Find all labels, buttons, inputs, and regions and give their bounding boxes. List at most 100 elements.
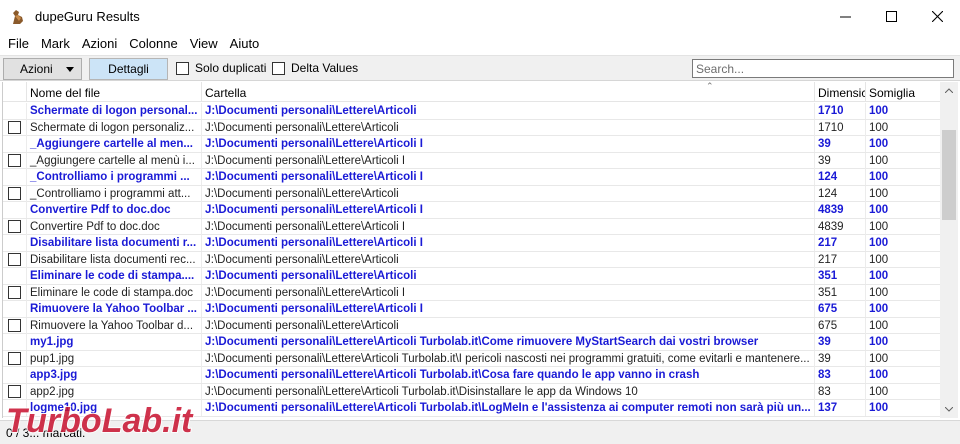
row-marker-cell [3,350,27,367]
row-checkbox[interactable] [8,319,21,332]
only-duplicates-checkbox[interactable]: Solo duplicati [176,61,266,75]
cell-filename: Disabilitare lista documenti r... [27,235,202,251]
row-marker-cell [3,367,27,383]
table-row-duplicate[interactable]: pup1.jpg J:\Documenti personali\Lettere\A… [3,350,940,367]
header-size[interactable]: Dimensic [815,82,866,102]
menu-file[interactable]: File [2,34,35,54]
vertical-scrollbar[interactable] [940,82,958,418]
cell-size: 217 [815,235,866,251]
scroll-up-button[interactable] [940,82,958,99]
table-row-duplicate[interactable]: _Controlliamo i programmi att... J:\Docum… [3,185,940,202]
cell-size: 4839 [815,218,866,235]
cell-size: 351 [815,268,866,284]
table-body: Schermate di logon personal... J:\Documen… [3,103,940,417]
row-checkbox[interactable] [8,286,21,299]
row-marker-cell [3,136,27,152]
row-checkbox[interactable] [8,220,21,233]
table-row-reference[interactable]: app3.jpg J:\Documenti personali\Lettere\A… [3,367,940,384]
row-checkbox[interactable] [8,352,21,365]
table-row-duplicate[interactable]: _Aggiungere cartelle al menù i... J:\Docu… [3,152,940,169]
cell-folder: J:\Documenti personali\Lettere\Articoli … [202,400,815,416]
cell-filename: Eliminare le code di stampa.... [27,268,202,284]
row-checkbox[interactable] [8,253,21,266]
menu-colonne[interactable]: Colonne [123,34,183,54]
watermark-text: TurboLab.it [6,402,194,440]
cell-similarity: 100 [866,235,940,251]
checkbox-box[interactable] [272,61,285,75]
header-name[interactable]: Nome del file [27,82,202,102]
checkbox-box[interactable] [176,61,189,75]
row-marker-cell [3,202,27,218]
cell-similarity: 100 [866,186,940,202]
table-row-duplicate[interactable]: Disabilitare lista documenti rec... J:\Do… [3,251,940,268]
cell-similarity: 100 [866,285,940,301]
table-row-duplicate[interactable]: Schermate di logon personaliz... J:\Docum… [3,119,940,136]
cell-similarity: 100 [866,136,940,152]
cell-similarity: 100 [866,351,940,367]
table-row-duplicate[interactable]: Rimuovere la Yahoo Toolbar d... J:\Docume… [3,317,940,334]
maximize-button[interactable] [868,0,914,33]
row-marker-cell [3,169,27,185]
maximize-icon [885,11,897,22]
cell-filename: Convertire Pdf to doc.doc [27,218,202,235]
table-row-reference[interactable]: Disabilitare lista documenti r... J:\Docu… [3,235,940,252]
table-row-duplicate[interactable]: Convertire Pdf to doc.doc J:\Documenti pe… [3,218,940,235]
scroll-down-button[interactable] [940,401,958,418]
cell-filename: Rimuovere la Yahoo Toolbar ... [27,301,202,317]
cell-folder: J:\Documenti personali\Lettere\Articoli [202,103,815,119]
cell-filename: Schermate di logon personal... [27,103,202,119]
row-checkbox[interactable] [8,385,21,398]
cell-size: 124 [815,169,866,185]
chevron-down-icon [66,67,74,72]
table-row-reference[interactable]: Rimuovere la Yahoo Toolbar ... J:\Documen… [3,301,940,318]
row-checkbox[interactable] [8,187,21,200]
details-button[interactable]: Dettagli [89,58,168,80]
cell-size: 83 [815,367,866,383]
table-row-duplicate[interactable]: Eliminare le code di stampa.doc J:\Docume… [3,284,940,301]
cell-filename: app3.jpg [27,367,202,383]
cell-folder: J:\Documenti personali\Lettere\Articoli … [202,350,815,367]
header-marker[interactable] [3,82,27,102]
table-row-reference[interactable]: _Controlliamo i programmi ... J:\Document… [3,169,940,186]
cell-size: 124 [815,185,866,202]
close-button[interactable] [914,0,960,33]
cell-folder: J:\Documenti personali\Lettere\Articoli … [202,218,815,235]
cell-folder: J:\Documenti personali\Lettere\Articoli [202,185,815,202]
header-similarity[interactable]: Somiglia [866,82,940,102]
cell-size: 39 [815,152,866,169]
row-marker-cell [3,301,27,317]
cell-size: 39 [815,334,866,350]
menu-view[interactable]: View [184,34,224,54]
details-label: Dettagli [108,62,149,76]
delta-values-checkbox[interactable]: Delta Values [272,61,358,75]
cell-similarity: 100 [866,169,940,185]
menu-mark[interactable]: Mark [35,34,76,54]
row-marker-cell [3,152,27,169]
actions-dropdown-button[interactable]: Azioni [3,58,82,80]
row-marker-cell [3,103,27,119]
chevron-down-icon [945,407,953,412]
table-row-reference[interactable]: _Aggiungere cartelle al men... J:\Documen… [3,136,940,153]
chevron-up-icon [945,88,953,93]
table-row-reference[interactable]: Eliminare le code di stampa.... J:\Docume… [3,268,940,285]
only-duplicates-label: Solo duplicati [195,61,267,75]
cell-folder: J:\Documenti personali\Lettere\Articoli … [202,136,815,152]
row-marker-cell [3,251,27,268]
cell-similarity: 100 [866,301,940,317]
row-checkbox[interactable] [8,121,21,134]
cell-size: 675 [815,301,866,317]
menu-aiuto[interactable]: Aiuto [224,34,266,54]
cell-filename: _Aggiungere cartelle al men... [27,136,202,152]
search-input[interactable] [692,59,954,78]
cell-folder: J:\Documenti personali\Lettere\Articoli … [202,235,815,251]
table-row-reference[interactable]: my1.jpg J:\Documenti personali\Lettere\Ar… [3,334,940,351]
minimize-button[interactable] [822,0,868,33]
sort-arrow-icon: ⌃ [706,82,714,91]
menu-azioni[interactable]: Azioni [76,34,123,54]
header-folder[interactable]: Cartella ⌃ [202,82,815,102]
row-checkbox[interactable] [8,154,21,167]
table-row-reference[interactable]: Schermate di logon personal... J:\Documen… [3,103,940,120]
cell-folder: J:\Documenti personali\Lettere\Articoli [202,268,815,284]
scrollbar-thumb[interactable] [942,130,956,220]
table-row-reference[interactable]: Convertire Pdf to doc.doc J:\Documenti pe… [3,202,940,219]
